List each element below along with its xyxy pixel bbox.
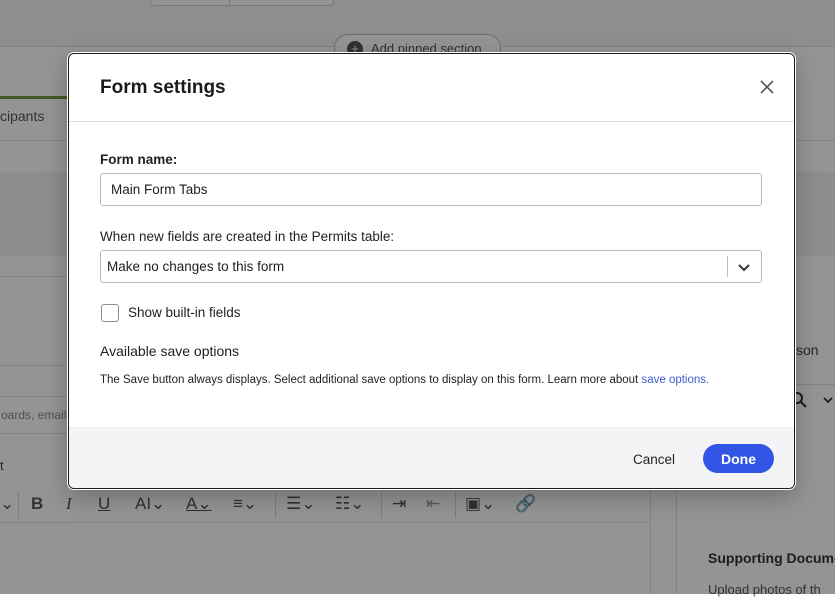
chevron-down-icon: [738, 264, 750, 272]
form-name-input[interactable]: [100, 173, 762, 206]
dialog-title: Form settings: [100, 77, 226, 98]
dialog-header: Form settings: [69, 54, 794, 122]
save-options-heading: Available save options: [100, 343, 240, 359]
close-icon: [760, 80, 774, 94]
new-fields-select[interactable]: Make no changes to this form: [100, 250, 762, 283]
new-fields-label: When new fields are created in the Permi…: [100, 229, 395, 244]
dialog-footer: Cancel Done: [69, 427, 794, 488]
cancel-button[interactable]: Cancel: [617, 445, 691, 473]
save-options-text: The Save button always displays. Select …: [100, 374, 639, 386]
save-options-link[interactable]: save options.: [641, 374, 709, 386]
form-settings-dialog: Form settings Form name: When new fields…: [68, 53, 795, 489]
save-options-description: The Save button always displays. Select …: [100, 374, 709, 386]
new-fields-selected-value: Make no changes to this form: [107, 259, 285, 274]
form-name-label: Form name:: [100, 152, 178, 167]
show-builtin-fields-label[interactable]: Show built-in fields: [128, 305, 241, 320]
done-button[interactable]: Done: [703, 444, 774, 473]
close-button[interactable]: [757, 77, 777, 97]
select-divider: [727, 256, 728, 277]
show-builtin-fields-checkbox[interactable]: [101, 304, 119, 322]
